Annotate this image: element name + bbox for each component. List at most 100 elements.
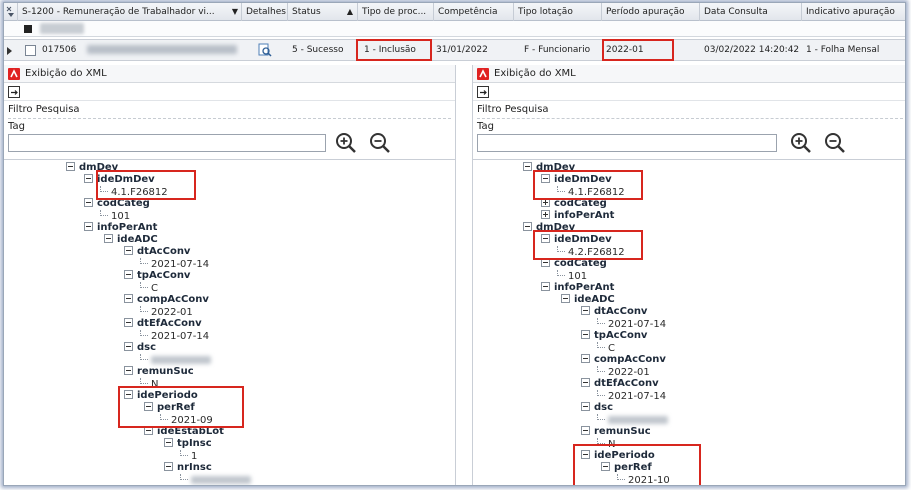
tree-node-dmdev-2[interactable]: dmDev [523,222,575,234]
col-header-status-label: Status [292,7,321,17]
tree-node-dtacconv[interactable]: dtAcConv [124,246,190,258]
col-header-status[interactable]: Status ▲ [288,3,358,21]
tree-node-infoperant[interactable]: infoPerAnt [84,222,157,234]
col-header-indicativo[interactable]: Indicativo apuração [802,3,905,21]
tree-node-dtacconv[interactable]: dtAcConv [581,306,647,318]
col-header-detalhes[interactable]: Detalhes [242,3,288,21]
col-header-competencia[interactable]: Competência [434,3,514,21]
col-header-tipo-proc-label: Tipo de proc... [362,7,427,17]
tree-node-idedmdev-2[interactable]: ideDmDev [541,234,612,246]
tree-node-idedmdev[interactable]: ideDmDev [541,174,612,186]
xml-viewer-left: Exibição do XML Filtro Pesquisa Tag dmDe… [4,65,456,485]
xml-tree: dmDev ideDmDev 4.1.F26812 codCateg 101 i… [4,159,455,485]
xml-viewer-toolbar [4,83,455,101]
row-indicator-icon [7,47,12,55]
grid-filter-row[interactable] [4,21,905,37]
cell-data-consulta: 03/02/2022 14:20:42 [704,45,800,55]
tree-node-perref[interactable]: perRef [144,402,195,414]
tree-node-idedmdev[interactable]: ideDmDev [84,174,155,186]
tree-node-tpacconv[interactable]: tpAcConv [581,330,647,342]
col-header-periodo-label: Período apuração [606,7,685,17]
details-button[interactable] [258,40,278,60]
col-header-detalhes-label: Detalhes [246,7,286,17]
tree-value: 2021-10 [617,474,670,485]
tree-node-infoperant-collapsed[interactable]: infoPerAnt [541,210,614,222]
exit-icon [11,90,18,95]
cell-periodo: 2022-01 [606,45,644,55]
row-checkbox[interactable] [25,45,36,56]
tree-node-remunsuc[interactable]: remunSuc [581,426,651,438]
col-header-competencia-label: Competência [438,7,498,17]
tree-node-dmdev[interactable]: dmDev [66,162,118,174]
exit-button[interactable] [477,86,489,98]
col-header-data-consulta[interactable]: Data Consulta [700,3,802,21]
tree-node-dsc[interactable]: dsc [581,402,613,414]
tree-node-compacconv[interactable]: compAcConv [581,354,666,366]
col-header-data-consulta-label: Data Consulta [704,7,768,17]
zoom-in-icon[interactable] [334,131,358,155]
col-header-event[interactable]: S-1200 - Remuneração de Trabalhador vi..… [18,3,242,21]
xml-app-icon [477,68,489,80]
column-chooser-icon [6,6,14,17]
tree-node-remunsuc[interactable]: remunSuc [124,366,194,378]
tag-search-input[interactable] [8,134,326,152]
zoom-in-icon[interactable] [789,131,813,155]
tree-node-compacconv[interactable]: compAcConv [124,294,209,306]
cell-competencia: 31/01/2022 [436,45,488,55]
tree-node-perref[interactable]: perRef [601,462,652,474]
tree-node-tpacconv[interactable]: tpAcConv [124,270,190,282]
column-chooser-button[interactable] [4,3,18,21]
zoom-out-icon[interactable] [368,131,392,155]
tree-node-dtefacconv[interactable]: dtEfAcConv [581,378,659,390]
filter-checkbox[interactable] [24,25,32,33]
blurred-worker-name [87,45,238,54]
tree-node-infoperant[interactable]: infoPerAnt [541,282,614,294]
filter-section-label: Filtro Pesquisa [8,104,80,115]
col-header-periodo[interactable]: Período apuração [602,3,700,21]
xml-viewer-title-bar: Exibição do XML [4,65,455,83]
tree-node-dtefacconv[interactable]: dtEfAcConv [124,318,202,330]
filter-dropdown-icon[interactable]: ▼ [232,3,238,21]
tag-label: Tag [477,121,494,132]
exit-button[interactable] [8,86,20,98]
filter-section-label: Filtro Pesquisa [477,104,549,115]
filter-blurred-text [40,23,84,34]
xml-tree: dmDev ideDmDev 4.1.F26812 codCateg infoP… [473,159,905,485]
col-header-tipo-lotacao[interactable]: Tipo lotação [514,3,602,21]
tree-node-ideestablot[interactable]: ideEstabLot [144,426,224,438]
grid-header: S-1200 - Remuneração de Trabalhador vi..… [4,3,905,21]
tree-node-ideperiodo[interactable]: idePeriodo [581,450,655,462]
filter-divider [477,118,903,119]
screenshot-frame: S-1200 - Remuneração de Trabalhador vi..… [3,2,906,486]
cell-tipo-lotacao: F - Funcionario [524,45,591,55]
tree-node-codcateg[interactable]: codCateg [84,198,150,210]
col-header-indicativo-label: Indicativo apuração [806,7,895,17]
tree-node-dsc[interactable]: dsc [124,342,156,354]
xml-app-icon [8,68,20,80]
cell-id: 017506 [42,45,77,55]
cell-indicativo: 1 - Folha Mensal [806,45,880,55]
cell-event: 017506 [42,40,240,60]
tree-node-dmdev[interactable]: dmDev [523,162,575,174]
sort-asc-icon: ▲ [346,7,353,16]
tree-value-blurred [180,474,251,485]
zoom-out-icon[interactable] [823,131,847,155]
tree-node-codcateg[interactable]: codCateg [541,258,607,270]
tree-node-nrinsc[interactable]: nrInsc [164,462,212,474]
xml-viewer-title-bar: Exibição do XML [473,65,905,83]
tag-search-input[interactable] [477,134,777,152]
xml-viewer-right: Exibição do XML Filtro Pesquisa Tag dmDe… [472,65,905,485]
details-magnifier-icon [258,43,272,57]
xml-viewer-title: Exibição do XML [25,68,107,79]
col-header-tipo-proc[interactable]: Tipo de proc... [358,3,434,21]
tree-node-ideadc[interactable]: ideADC [561,294,615,306]
filter-divider [8,118,451,119]
tree-node-tpinsc[interactable]: tpInsc [164,438,212,450]
cell-status: 5 - Sucesso [292,45,344,55]
tree-node-ideadc[interactable]: ideADC [104,234,158,246]
col-header-event-label: S-1200 - Remuneração de Trabalhador vi..… [22,7,215,17]
tree-node-ideperiodo[interactable]: idePeriodo [124,390,198,402]
table-row[interactable]: 017506 5 - Sucesso 1 - Inclusão 31/01/20… [4,39,905,61]
exit-icon [480,90,487,95]
tree-node-codcateg-collapsed[interactable]: codCateg [541,198,607,210]
